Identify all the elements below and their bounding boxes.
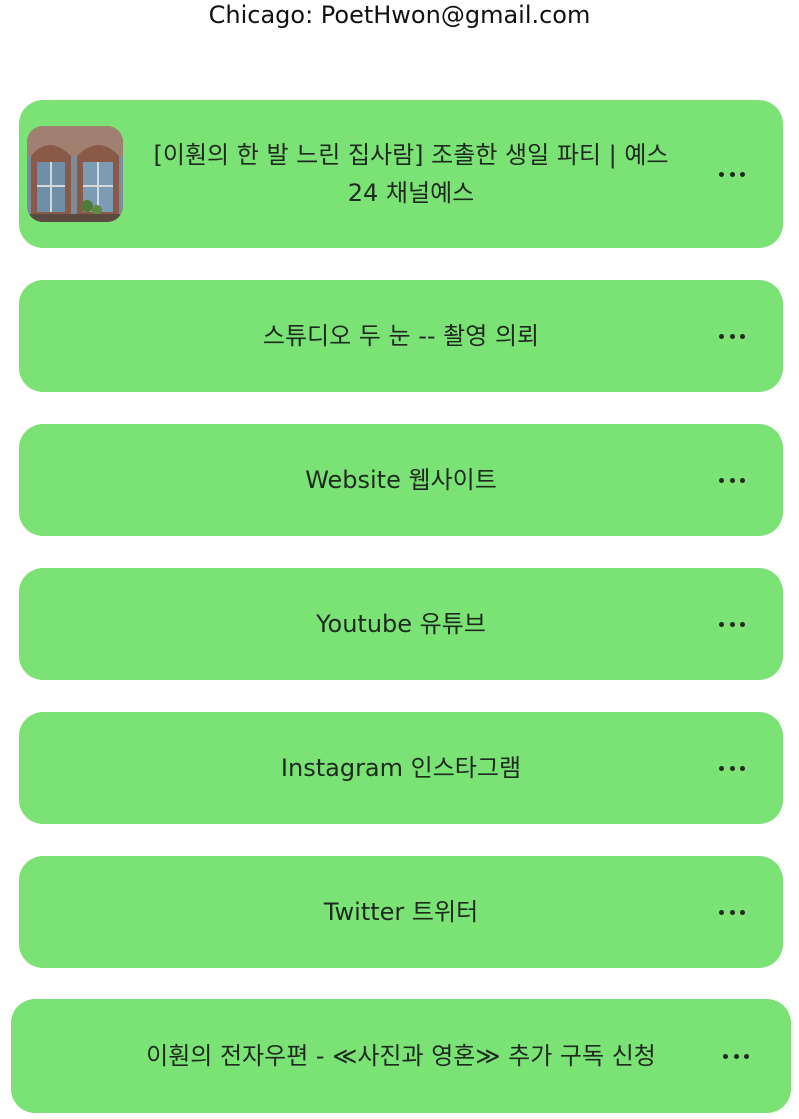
more-options-button[interactable] <box>719 470 745 490</box>
more-horizontal-icon <box>723 1053 728 1059</box>
more-horizontal-icon <box>719 621 724 627</box>
link-card-website[interactable]: Website 웹사이트 <box>19 424 783 536</box>
more-options-button[interactable] <box>719 614 745 634</box>
link-card-youtube[interactable]: Youtube 유튜브 <box>19 568 783 680</box>
building-window-photo-icon <box>27 126 123 222</box>
link-label: Instagram 인스타그램 <box>280 754 522 782</box>
link-label: Youtube 유튜브 <box>316 610 486 638</box>
link-card-newsletter-subscribe[interactable]: 이훤의 전자우편 - ≪사진과 영혼≫ 추가 구독 신청 <box>11 999 791 1113</box>
more-options-button[interactable] <box>719 164 745 184</box>
more-horizontal-icon <box>719 765 724 771</box>
link-card-yes24-article[interactable]: [이훤의 한 발 느린 집사람] 조촐한 생일 파티 | 예스24 채널예스 <box>19 100 783 248</box>
more-options-button[interactable] <box>723 1046 749 1066</box>
more-options-button[interactable] <box>719 758 745 778</box>
link-label: Website 웹사이트 <box>305 466 497 494</box>
link-card-studio-du-nun[interactable]: 스튜디오 두 눈 -- 촬영 의뢰 <box>19 280 783 392</box>
contact-email-header: Chicago: PoetHwon@gmail.com <box>208 1 591 29</box>
more-horizontal-icon <box>719 333 724 339</box>
more-horizontal-icon <box>719 477 724 483</box>
link-card-instagram[interactable]: Instagram 인스타그램 <box>19 712 783 824</box>
link-label: [이훤의 한 발 느린 집사람] 조촐한 생일 파티 | 예스24 채널예스 <box>153 141 669 207</box>
link-label: 스튜디오 두 눈 -- 촬영 의뢰 <box>262 322 540 350</box>
link-label: 이훤의 전자우편 - ≪사진과 영혼≫ 추가 구독 신청 <box>146 1042 656 1070</box>
link-label: Twitter 트위터 <box>323 898 479 926</box>
more-options-button[interactable] <box>719 902 745 922</box>
more-horizontal-icon <box>719 909 724 915</box>
article-thumbnail-image <box>27 126 123 222</box>
more-horizontal-icon <box>719 171 724 177</box>
more-options-button[interactable] <box>719 326 745 346</box>
link-card-twitter[interactable]: Twitter 트위터 <box>19 856 783 968</box>
